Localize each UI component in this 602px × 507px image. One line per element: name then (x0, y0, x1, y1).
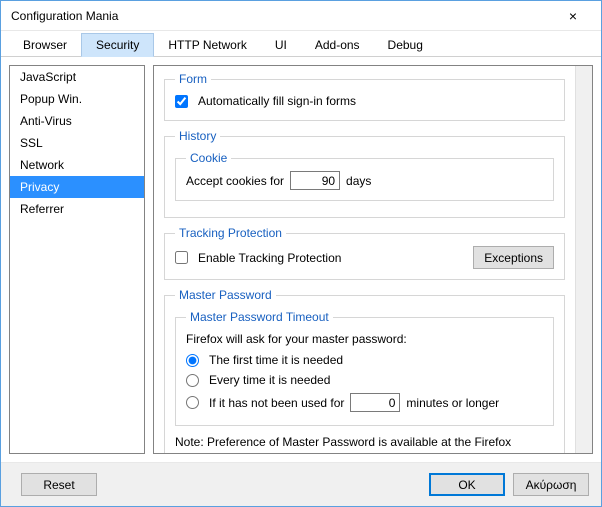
vertical-scrollbar[interactable] (575, 66, 592, 453)
sidebar-item-popup[interactable]: Popup Win. (10, 88, 144, 110)
tab-http-network[interactable]: HTTP Network (154, 34, 260, 56)
master-opt-idle-prefix: If it has not been used for (209, 396, 344, 410)
close-icon[interactable]: × (553, 8, 593, 24)
master-opt-first[interactable]: The first time it is needed (186, 350, 543, 370)
cookie-accept-prefix: Accept cookies for (186, 174, 284, 188)
cookie-group: Cookie Accept cookies for days (175, 151, 554, 201)
cancel-button[interactable]: Ακύρωση (513, 473, 589, 496)
exceptions-button[interactable]: Exceptions (473, 246, 554, 269)
sidebar-item-privacy[interactable]: Privacy (10, 176, 144, 198)
master-opt-every-radio[interactable] (186, 374, 199, 387)
master-password-group: Master Password Master Password Timeout … (164, 288, 565, 453)
master-opt-idle-radio[interactable] (186, 396, 199, 409)
form-group: Form Automatically fill sign-in forms (164, 72, 565, 121)
master-opt-idle-suffix: minutes or longer (406, 396, 499, 410)
master-opt-every-label: Every time it is needed (209, 373, 330, 387)
tracking-legend: Tracking Protection (175, 226, 286, 240)
master-timeout-group: Master Password Timeout Firefox will ask… (175, 310, 554, 426)
sidebar-item-ssl[interactable]: SSL (10, 132, 144, 154)
ok-button[interactable]: OK (429, 473, 505, 496)
sidebar: JavaScript Popup Win. Anti-Virus SSL Net… (9, 65, 145, 454)
tab-addons[interactable]: Add-ons (301, 34, 374, 56)
history-group: History Cookie Accept cookies for days (164, 129, 565, 218)
master-opt-every[interactable]: Every time it is needed (186, 370, 543, 390)
config-mania-window: Configuration Mania × Browser Security H… (0, 0, 602, 507)
master-password-note: Note: Preference of Master Password is a… (175, 432, 554, 453)
tracking-enable-checkbox[interactable] (175, 251, 188, 264)
content-wrap: Form Automatically fill sign-in forms Hi… (153, 65, 593, 454)
history-legend: History (175, 129, 220, 143)
tracking-row: Enable Tracking Protection Exceptions (175, 246, 554, 269)
tab-bar: Browser Security HTTP Network UI Add-ons… (1, 31, 601, 57)
auto-fill-label: Automatically fill sign-in forms (198, 94, 356, 108)
titlebar: Configuration Mania × (1, 1, 601, 31)
body: JavaScript Popup Win. Anti-Virus SSL Net… (1, 57, 601, 462)
sidebar-item-javascript[interactable]: JavaScript (10, 66, 144, 88)
master-password-legend: Master Password (175, 288, 276, 302)
master-opt-idle[interactable]: If it has not been used for minutes or l… (186, 390, 543, 415)
auto-fill-row[interactable]: Automatically fill sign-in forms (175, 92, 554, 110)
sidebar-item-network[interactable]: Network (10, 154, 144, 176)
tab-debug[interactable]: Debug (374, 34, 437, 56)
cookie-accept-suffix: days (346, 174, 371, 188)
tracking-enable-row[interactable]: Enable Tracking Protection (175, 249, 341, 267)
master-timeout-intro: Firefox will ask for your master passwor… (186, 330, 543, 350)
cookie-legend: Cookie (186, 151, 231, 165)
tab-ui[interactable]: UI (261, 34, 301, 56)
master-opt-first-radio[interactable] (186, 354, 199, 367)
master-opt-first-label: The first time it is needed (209, 353, 343, 367)
master-idle-minutes-input[interactable] (350, 393, 400, 412)
reset-button[interactable]: Reset (21, 473, 97, 496)
content: Form Automatically fill sign-in forms Hi… (154, 66, 575, 453)
tracking-enable-label: Enable Tracking Protection (198, 251, 341, 265)
window-title: Configuration Mania (11, 9, 553, 23)
cookie-days-input[interactable] (290, 171, 340, 190)
cookie-accept-row: Accept cookies for days (186, 171, 543, 190)
auto-fill-checkbox[interactable] (175, 95, 188, 108)
footer: Reset OK Ακύρωση (1, 462, 601, 506)
master-timeout-legend: Master Password Timeout (186, 310, 333, 324)
tab-browser[interactable]: Browser (9, 34, 81, 56)
tab-security[interactable]: Security (81, 33, 154, 57)
form-legend: Form (175, 72, 211, 86)
master-timeout-options: The first time it is needed Every time i… (186, 350, 543, 415)
sidebar-item-antivirus[interactable]: Anti-Virus (10, 110, 144, 132)
sidebar-item-referrer[interactable]: Referrer (10, 198, 144, 220)
tracking-group: Tracking Protection Enable Tracking Prot… (164, 226, 565, 280)
